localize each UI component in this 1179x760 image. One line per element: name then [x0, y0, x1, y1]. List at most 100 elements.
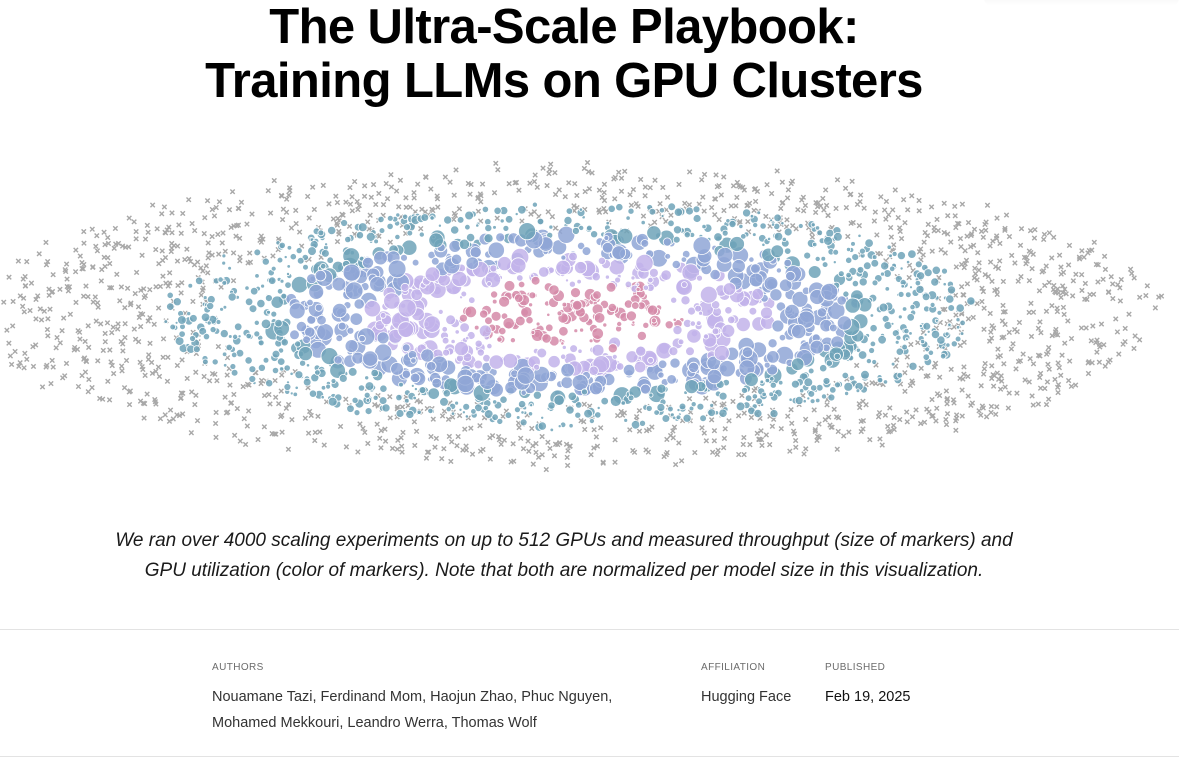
- circle-marker: [486, 343, 493, 350]
- circle-marker: [672, 317, 677, 322]
- cross-marker: [169, 210, 175, 216]
- cross-marker: [349, 208, 356, 214]
- cross-marker: [1126, 311, 1132, 317]
- circle-marker: [489, 264, 498, 273]
- circle-marker: [166, 291, 174, 299]
- circle-marker: [588, 417, 595, 424]
- cross-marker: [857, 192, 864, 198]
- cross-marker: [1136, 294, 1143, 301]
- cross-marker: [718, 192, 724, 198]
- cross-marker: [917, 420, 924, 427]
- circle-marker: [857, 233, 862, 238]
- circle-marker: [387, 259, 407, 279]
- cross-marker: [1018, 225, 1025, 232]
- cross-marker: [953, 427, 959, 434]
- cross-marker: [642, 184, 649, 190]
- cross-marker: [904, 354, 910, 360]
- circle-marker: [748, 306, 758, 316]
- cross-marker: [988, 403, 995, 410]
- circle-marker: [541, 333, 552, 344]
- circle-marker: [940, 352, 947, 360]
- cross-marker: [242, 441, 249, 448]
- circle-marker: [713, 232, 723, 242]
- cross-marker: [144, 391, 150, 397]
- cross-marker: [230, 250, 237, 256]
- cross-marker: [918, 365, 924, 371]
- cross-marker: [1082, 280, 1089, 287]
- cross-marker: [124, 285, 131, 291]
- circle-marker: [547, 401, 556, 410]
- circle-marker: [656, 402, 666, 412]
- cross-marker: [59, 327, 65, 334]
- circle-marker: [760, 306, 773, 320]
- circle-marker: [918, 323, 923, 328]
- cross-marker: [351, 178, 358, 185]
- cross-marker: [160, 354, 166, 361]
- circle-marker: [718, 408, 728, 418]
- cross-marker: [487, 456, 494, 462]
- cross-marker: [1056, 364, 1063, 371]
- circle-marker: [791, 379, 800, 389]
- circle-marker: [206, 301, 215, 310]
- cross-marker: [38, 317, 45, 323]
- cross-marker: [964, 233, 970, 239]
- circle-marker: [836, 315, 853, 331]
- cross-marker: [9, 323, 16, 329]
- circle-marker: [921, 292, 931, 302]
- cross-marker: [546, 166, 553, 173]
- authors-section: AUTHORS Nouamane Tazi, Ferdinand Mom, Ha…: [212, 662, 612, 736]
- cross-marker: [978, 412, 984, 418]
- cross-marker: [168, 248, 174, 255]
- circle-marker: [771, 319, 785, 333]
- circle-marker: [724, 306, 733, 315]
- cross-marker: [883, 198, 890, 205]
- cross-marker: [1043, 401, 1050, 408]
- cross-marker: [698, 177, 705, 183]
- circle-marker: [909, 304, 916, 311]
- circle-marker: [735, 401, 746, 412]
- circle-marker: [215, 319, 222, 325]
- cross-marker: [453, 167, 459, 173]
- circle-marker: [683, 231, 691, 239]
- circle-marker: [761, 391, 767, 398]
- cross-marker: [593, 434, 600, 440]
- cross-marker: [175, 282, 181, 289]
- cross-marker: [1083, 325, 1089, 331]
- cross-marker: [494, 215, 500, 221]
- circle-marker: [324, 242, 329, 247]
- circle-marker: [233, 322, 243, 331]
- cross-marker: [139, 252, 145, 258]
- circle-marker: [706, 369, 723, 385]
- circle-marker: [631, 320, 636, 325]
- circle-marker: [814, 225, 821, 231]
- cross-marker: [686, 169, 693, 175]
- circle-marker: [845, 256, 853, 264]
- cross-marker: [144, 222, 151, 229]
- cross-marker: [347, 201, 354, 207]
- circle-marker: [502, 352, 519, 369]
- circle-marker: [363, 391, 371, 399]
- cross-marker: [80, 293, 87, 299]
- circle-marker: [349, 312, 364, 326]
- circle-marker: [256, 299, 266, 309]
- cross-marker: [747, 441, 753, 448]
- cross-marker: [1044, 379, 1051, 385]
- circle-marker: [738, 223, 744, 230]
- circle-marker: [464, 210, 474, 221]
- cross-marker: [305, 430, 312, 436]
- circle-marker: [614, 276, 621, 284]
- circle-marker: [227, 292, 237, 302]
- cross-marker: [1113, 316, 1119, 322]
- cross-marker: [1045, 361, 1051, 368]
- cross-marker: [98, 278, 104, 284]
- cross-marker: [741, 451, 747, 458]
- cross-marker: [708, 417, 715, 423]
- circle-marker: [565, 207, 574, 215]
- cross-marker: [1032, 226, 1038, 233]
- circle-marker: [576, 278, 582, 285]
- circle-marker: [640, 383, 651, 395]
- cross-marker: [1144, 283, 1151, 289]
- circle-marker: [316, 323, 334, 341]
- circle-marker: [819, 364, 828, 373]
- circle-marker: [475, 223, 480, 228]
